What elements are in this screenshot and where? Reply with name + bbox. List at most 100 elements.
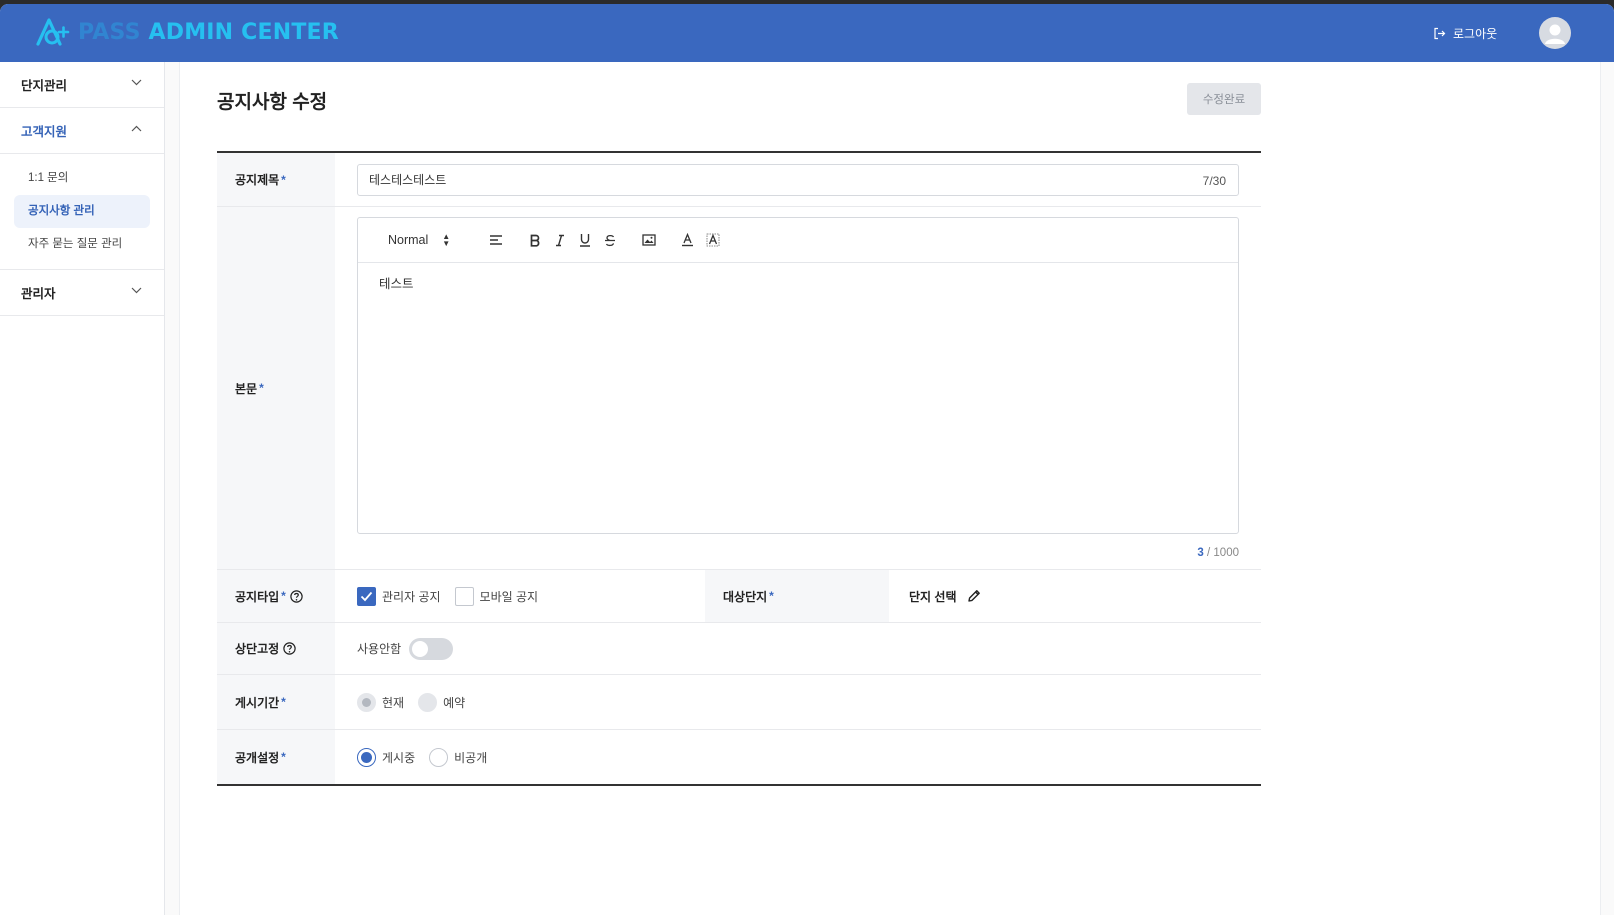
- image-button[interactable]: [636, 229, 661, 251]
- underline-icon: [579, 234, 590, 247]
- toggle-knob: [412, 640, 429, 657]
- font-color-icon: [682, 233, 693, 247]
- chevron-down-icon: [131, 287, 142, 294]
- right-gutter: [1600, 62, 1614, 915]
- sidebar-item-faq[interactable]: 자주 묻는 질문 관리: [14, 228, 150, 261]
- required-mark: *: [281, 750, 286, 764]
- submit-button[interactable]: 수정완료: [1187, 83, 1261, 115]
- sidebar-group-label: 단지관리: [21, 79, 68, 93]
- type-row: 공지타입 * 관리자 공지 모바일 공지 대상단지 * 단지 선택: [217, 570, 1261, 623]
- background-color-button[interactable]: [700, 229, 725, 251]
- logo-admin-text: ADMIN CENTER: [148, 19, 339, 45]
- required-mark: *: [259, 381, 264, 395]
- check-icon: [360, 591, 373, 601]
- type-cell: 관리자 공지 모바일 공지: [335, 570, 705, 622]
- type-label-text: 공지타입: [235, 589, 280, 604]
- sidebar-item-notice[interactable]: 공지사항 관리: [14, 195, 150, 228]
- title-field-label: 공지제목 *: [217, 153, 335, 206]
- bold-icon: [530, 234, 539, 247]
- period-reserve-label: 예약: [443, 695, 466, 710]
- app-window: PASS ADMIN CENTER 로그아웃 단지관리 고객지원 1:1 문의 …: [0, 4, 1614, 915]
- period-now-label: 현재: [382, 695, 405, 710]
- sidebar-item-inquiry[interactable]: 1:1 문의: [14, 162, 150, 195]
- logout-icon: [1434, 27, 1446, 40]
- chevron-up-icon: [131, 125, 142, 132]
- period-cell: 현재 예약: [335, 675, 1261, 729]
- page-title: 공지사항 수정: [217, 92, 328, 113]
- logout-button[interactable]: 로그아웃: [1433, 25, 1497, 42]
- pin-row: 상단고정 사용안함: [217, 623, 1261, 675]
- pin-cell: 사용안함: [335, 623, 1261, 674]
- type-field-label: 공지타입 *: [217, 570, 335, 622]
- sidebar-group-support[interactable]: 고객지원: [0, 108, 164, 154]
- visibility-row: 공개설정 * 게시중 비공개: [217, 730, 1261, 784]
- mobile-notice-checkbox[interactable]: [454, 586, 474, 606]
- user-avatar-icon[interactable]: [1539, 17, 1571, 49]
- align-button[interactable]: [483, 229, 508, 251]
- format-select-value: Normal: [388, 233, 429, 247]
- help-icon[interactable]: [290, 589, 303, 603]
- visibility-public-radio[interactable]: [357, 747, 376, 767]
- visibility-private-label: 비공개: [454, 750, 488, 765]
- title-char-count: 7/30: [1202, 173, 1226, 188]
- sidebar: 단지관리 고객지원 1:1 문의 공지사항 관리 자주 묻는 질문 관리 관리자: [0, 62, 165, 915]
- visibility-public-label: 게시중: [382, 750, 416, 765]
- strike-button[interactable]: [597, 229, 622, 251]
- sidebar-gutter: [165, 62, 180, 915]
- visibility-label-text: 공개설정: [235, 750, 280, 765]
- period-label-text: 게시기간: [235, 695, 280, 710]
- visibility-private-radio[interactable]: [429, 747, 449, 767]
- italic-icon: [555, 234, 564, 246]
- required-mark: *: [769, 589, 774, 603]
- target-label-text: 대상단지: [723, 589, 768, 604]
- pin-field-label: 상단고정: [217, 623, 335, 674]
- italic-button[interactable]: [547, 229, 572, 251]
- period-field-label: 게시기간 *: [217, 675, 335, 729]
- period-reserve-radio[interactable]: [418, 692, 438, 712]
- body-row: 본문 * Normal ▲ ▼ 테스트 3 / 1000: [217, 207, 1261, 570]
- admin-notice-checkbox[interactable]: [357, 586, 376, 606]
- logo[interactable]: PASS ADMIN CENTER: [34, 16, 339, 48]
- logo-text: PASS ADMIN CENTER: [78, 20, 339, 45]
- support-submenu: 1:1 문의 공지사항 관리 자주 묻는 질문 관리: [0, 154, 164, 270]
- pencil-icon: [967, 590, 980, 602]
- mobile-notice-label: 모바일 공지: [479, 589, 539, 604]
- bold-button[interactable]: [522, 229, 547, 251]
- target-field-label: 대상단지 *: [705, 570, 889, 622]
- pin-status-label: 사용안함: [357, 642, 402, 656]
- sidebar-group-complex[interactable]: 단지관리: [0, 62, 164, 108]
- help-icon[interactable]: [283, 642, 296, 655]
- body-char-count: 3 / 1000: [1197, 547, 1239, 559]
- background-color-icon: [706, 233, 719, 247]
- body-label-text: 본문: [235, 381, 258, 396]
- top-header: PASS ADMIN CENTER 로그아웃: [0, 4, 1614, 62]
- sidebar-group-admin[interactable]: 관리자: [0, 270, 164, 316]
- period-now-radio[interactable]: [357, 692, 376, 712]
- required-mark: *: [281, 172, 286, 187]
- title-row: 공지제목 * 테스테스테스트 7/30: [217, 153, 1261, 207]
- underline-button[interactable]: [572, 229, 597, 251]
- required-mark: *: [281, 695, 286, 709]
- format-select[interactable]: Normal ▲ ▼: [388, 232, 483, 248]
- strikethrough-icon: [604, 234, 615, 246]
- visibility-cell: 게시중 비공개: [335, 730, 1261, 784]
- body-count-max: / 1000: [1203, 547, 1239, 559]
- sidebar-group-label: 관리자: [21, 287, 56, 301]
- sidebar-group-label: 고객지원: [21, 125, 68, 139]
- rich-text-editor: Normal ▲ ▼ 테스트: [357, 217, 1239, 534]
- title-cell: 테스테스테스트 7/30: [335, 153, 1261, 206]
- align-left-icon: [489, 235, 502, 245]
- period-row: 게시기간 * 현재 예약: [217, 675, 1261, 730]
- title-input[interactable]: 테스테스테스트 7/30: [357, 163, 1239, 196]
- complex-select-label: 단지 선택: [909, 589, 957, 604]
- editor-content[interactable]: 테스트: [358, 263, 1238, 302]
- complex-select-button[interactable]: 단지 선택: [889, 570, 981, 622]
- pin-toggle[interactable]: [409, 637, 454, 660]
- font-color-button[interactable]: [675, 229, 700, 251]
- required-mark: *: [281, 589, 286, 603]
- updown-icon: ▲ ▼: [442, 232, 451, 248]
- logout-label: 로그아웃: [1453, 27, 1498, 41]
- body-field-label: 본문 *: [217, 207, 335, 569]
- admin-notice-label: 관리자 공지: [382, 589, 441, 604]
- visibility-field-label: 공개설정 *: [217, 730, 335, 784]
